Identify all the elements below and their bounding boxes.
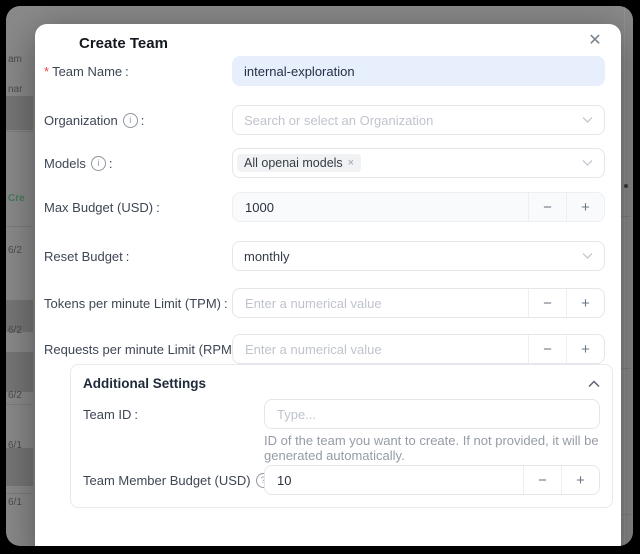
reset-budget-label: Reset Budget : bbox=[44, 249, 232, 264]
background-table-edge bbox=[624, 6, 625, 546]
tpm-input[interactable] bbox=[233, 289, 528, 317]
background-table-line bbox=[621, 514, 631, 515]
background-text-fragment: am bbox=[8, 54, 22, 65]
additional-settings-title: Additional Settings bbox=[83, 377, 206, 391]
rpm-input[interactable] bbox=[233, 335, 528, 363]
team-id-label: Team ID : bbox=[83, 407, 264, 422]
background-table-line bbox=[6, 226, 33, 227]
background-text-fragment: nar bbox=[8, 84, 22, 95]
team-id-input[interactable] bbox=[264, 399, 600, 429]
team-name-row: * Team Name : bbox=[44, 56, 605, 86]
plus-icon[interactable]: + bbox=[561, 466, 599, 494]
background-text-fragment: Cre bbox=[8, 193, 25, 204]
plus-icon[interactable]: + bbox=[566, 193, 604, 221]
remove-tag-icon[interactable]: × bbox=[348, 157, 354, 169]
required-asterisk: * bbox=[44, 64, 49, 79]
rpm-row: Requests per minute Limit (RPM) : − + bbox=[44, 334, 605, 364]
max-budget-stepper: − + bbox=[232, 192, 605, 222]
chevron-down-icon bbox=[582, 160, 593, 167]
background-table-band bbox=[6, 96, 33, 130]
max-budget-input[interactable] bbox=[233, 193, 528, 221]
background-dot bbox=[624, 184, 628, 188]
models-row: Models i : All openai models × bbox=[44, 148, 605, 178]
chevron-down-icon bbox=[582, 117, 593, 124]
reset-budget-row: Reset Budget : monthly bbox=[44, 241, 605, 271]
team-member-budget-label: Team Member Budget (USD) ? : bbox=[83, 473, 264, 488]
background-table-line bbox=[6, 493, 33, 494]
minus-icon[interactable]: − bbox=[528, 193, 566, 221]
background-table-band bbox=[6, 448, 33, 486]
organization-row: Organization i : Search or select an Org… bbox=[44, 105, 605, 135]
rpm-label: Requests per minute Limit (RPM) : bbox=[44, 342, 232, 357]
team-name-label: * Team Name : bbox=[44, 64, 232, 79]
team-member-budget-row: Team Member Budget (USD) ? : − + bbox=[83, 465, 600, 495]
additional-settings-card: Additional Settings Team ID : ID of the … bbox=[70, 364, 613, 508]
tpm-stepper: − + bbox=[232, 288, 605, 318]
organization-label: Organization i : bbox=[44, 113, 232, 128]
info-icon: i bbox=[91, 156, 106, 171]
plus-icon[interactable]: + bbox=[566, 289, 604, 317]
background-date-fragment: 6/1 bbox=[8, 440, 22, 451]
models-select[interactable]: All openai models × bbox=[232, 148, 605, 178]
team-id-help-text: ID of the team you want to create. If no… bbox=[264, 433, 600, 463]
background-date-fragment: 6/2 bbox=[8, 390, 22, 401]
team-member-budget-input[interactable] bbox=[265, 466, 523, 494]
rpm-stepper: − + bbox=[232, 334, 605, 364]
dimmed-page-overlay: am nar Cre 6/2 6/2 6/2 6/1 6/1 Create Te… bbox=[6, 6, 633, 546]
tpm-label: Tokens per minute Limit (TPM) : bbox=[44, 296, 232, 311]
tpm-row: Tokens per minute Limit (TPM) : − + bbox=[44, 288, 605, 318]
info-icon: i bbox=[123, 113, 138, 128]
model-tag: All openai models × bbox=[237, 154, 361, 172]
minus-icon[interactable]: − bbox=[528, 335, 566, 363]
team-member-budget-stepper: − + bbox=[264, 465, 600, 495]
background-date-fragment: 6/1 bbox=[8, 497, 22, 508]
background-date-fragment: 6/2 bbox=[8, 245, 22, 256]
background-table-line bbox=[621, 216, 631, 217]
team-id-row: Team ID : bbox=[83, 399, 600, 429]
team-name-input[interactable] bbox=[232, 56, 605, 86]
background-table-line bbox=[6, 404, 33, 405]
background-table-line bbox=[621, 368, 631, 369]
minus-icon[interactable]: − bbox=[523, 466, 561, 494]
chevron-down-icon bbox=[582, 253, 593, 260]
background-table-band bbox=[6, 352, 33, 392]
additional-settings-header[interactable]: Additional Settings bbox=[83, 377, 600, 391]
reset-budget-select[interactable]: monthly bbox=[232, 241, 605, 271]
create-team-modal: Create Team ✕ * Team Name : Organization… bbox=[35, 24, 621, 546]
chevron-up-icon[interactable] bbox=[588, 380, 600, 388]
max-budget-label: Max Budget (USD) : bbox=[44, 200, 232, 215]
models-label: Models i : bbox=[44, 156, 232, 171]
background-date-fragment: 6/2 bbox=[8, 325, 22, 336]
close-icon[interactable]: ✕ bbox=[583, 28, 607, 52]
minus-icon[interactable]: − bbox=[528, 289, 566, 317]
plus-icon[interactable]: + bbox=[566, 335, 604, 363]
background-table-line bbox=[6, 131, 33, 132]
max-budget-row: Max Budget (USD) : − + bbox=[44, 192, 605, 222]
organization-select[interactable]: Search or select an Organization bbox=[232, 105, 605, 135]
modal-title: Create Team bbox=[79, 36, 605, 52]
